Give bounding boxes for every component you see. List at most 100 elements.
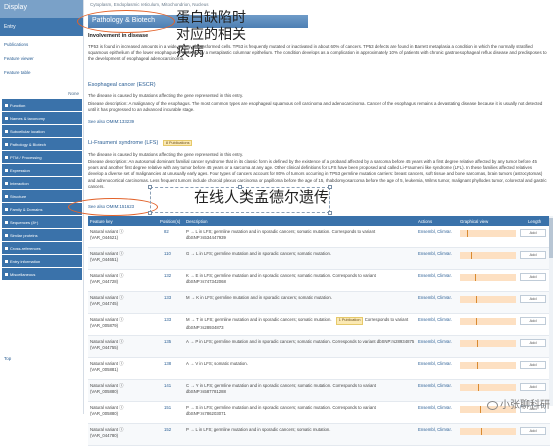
add-button[interactable]: Add [520,229,546,237]
feature-viewer-link[interactable]: Feature viewer [4,56,79,61]
description-text: M → T in LFS; germline mutation and in s… [186,317,332,322]
feature-ref-link[interactable]: ⓘ [118,427,123,432]
variant-marker [477,362,479,369]
actions-links[interactable]: Ensembl, ClinVar. [418,273,452,278]
scroll-thumb[interactable] [549,218,553,258]
feature-ref-link[interactable]: ⓘ [118,317,123,322]
nav-item-pathology-biotech[interactable]: Pathology & Biotech [2,138,82,151]
position-link[interactable]: 110 [164,251,171,256]
description-text: G → L in LFS; germline mutation and in s… [186,251,332,256]
position-link[interactable]: 141 [164,383,171,388]
nav-item-similar-proteins[interactable]: Similar proteins [2,229,82,242]
feature-name: Natural variant [90,405,118,410]
col-description[interactable]: Description [186,219,208,224]
actions-links[interactable]: Ensembl, ClinVar. [418,251,452,256]
feature-ref-link[interactable]: ⓘ [118,383,123,388]
feature-ref-link[interactable]: ⓘ [118,229,123,234]
row-publication-badge[interactable]: 1 Publication [335,317,364,325]
resize-handle[interactable] [148,185,152,189]
feature-table-link[interactable]: Feature table [4,70,79,75]
feature-ref-link[interactable]: ⓘ [118,251,123,256]
feature-ref-link[interactable]: ⓘ [118,405,123,410]
table-body: Natural variant ⓘ (VAR_044621) 82 P → L in … [88,226,550,446]
nav-item-interaction[interactable]: Interaction [2,177,82,190]
feature-key: Natural variant ⓘ (VAR_005879) [90,317,140,329]
variant-description: C → Y in LFS; germline mutation and in s… [186,383,416,395]
scrollbar[interactable] [549,216,553,406]
publications-link[interactable]: Publications [4,42,79,47]
actions-links[interactable]: Ensembl, ClinVar. [418,339,452,344]
top-link[interactable]: Top [4,356,11,361]
table-row: Natural variant ⓘ (VAR_005879) 133 M → T in… [88,314,550,336]
see-also-omim-escr[interactable]: See also OMIM:133239 [88,119,134,124]
feature-ref-link[interactable]: ⓘ [118,339,123,344]
feature-ref-link[interactable]: ⓘ [118,361,123,366]
position-link[interactable]: 138 [164,361,171,366]
position-link[interactable]: 82 [164,229,169,234]
add-button[interactable]: Add [520,273,546,281]
nav-item-expression[interactable]: Expression [2,164,82,177]
feature-name: Natural variant [90,251,118,256]
variant-marker [476,340,478,347]
feature-name: Natural variant [90,427,118,432]
position-link[interactable]: 135 [164,339,171,344]
actions-links[interactable]: Ensembl, ClinVar. [418,295,452,300]
actions-links[interactable]: Ensembl, ClinVar. [418,427,452,432]
variant-description: A → V in LFS; somatic mutation. [186,361,416,367]
nav-item-structure[interactable]: Structure [2,190,82,203]
col-feature-key[interactable]: Feature key [90,219,113,224]
position-link[interactable]: 132 [164,273,171,278]
col-positions[interactable]: Position(s) [160,219,180,224]
actions-links[interactable]: Ensembl, ClinVar. [418,361,452,366]
nav-item-subcellular-location[interactable]: Subcellular location [2,125,82,138]
position-link[interactable]: 133 [164,317,171,322]
add-button[interactable]: Add [520,383,546,391]
graphical-track[interactable] [460,318,516,325]
add-button[interactable]: Add [520,251,546,259]
position-link[interactable]: 133 [164,295,171,300]
actions-links[interactable]: Ensembl, ClinVar. [418,317,452,322]
graphical-track[interactable] [460,296,516,303]
nav-item-entry-information[interactable]: Entry information [2,255,82,268]
nav-item-names-taxonomy[interactable]: Names & taxonomy [2,112,82,125]
feature-key: Natural variant ⓘ (VAR_044651) [90,251,140,263]
add-button[interactable]: Add [520,339,546,347]
add-button[interactable]: Add [520,427,546,435]
feature-key: Natural variant ⓘ (VAR_005880) [90,383,140,395]
graphical-track[interactable] [460,274,516,281]
graphical-track[interactable] [460,384,516,391]
nav-item-miscellaneous[interactable]: Miscellaneous [2,268,82,281]
nav-item-sequences[interactable]: Sequences (8+) [2,216,82,229]
actions-links[interactable]: Ensembl, ClinVar. [418,405,452,410]
variant-id: (VAR_005879) [90,322,119,328]
nav-item-ptm[interactable]: PTM / Processing [2,151,82,164]
graphical-track[interactable] [460,230,516,237]
variant-id: (VAR_005880) [90,388,119,394]
add-button[interactable]: Add [520,317,546,325]
resize-handle[interactable] [328,211,332,215]
feature-name: Natural variant [90,229,118,234]
resize-handle[interactable] [148,211,152,215]
position-link[interactable]: 152 [164,427,171,432]
graphical-track[interactable] [460,252,516,259]
variant-id: (VAR_044745) [90,300,119,306]
col-length[interactable]: Length [528,219,541,224]
feature-ref-link[interactable]: ⓘ [118,295,123,300]
graphical-track[interactable] [460,362,516,369]
actions-links[interactable]: Ensembl, ClinVar. [418,229,452,234]
variant-marker [475,296,477,303]
none-label[interactable]: None [68,91,79,96]
nav-item-function[interactable]: Function [2,99,82,112]
publications-badge[interactable]: 8 Publications [162,140,193,146]
graphical-track[interactable] [460,340,516,347]
actions-links[interactable]: Ensembl, ClinVar. [418,383,452,388]
add-button[interactable]: Add [520,295,546,303]
graphical-track[interactable] [460,428,516,435]
variant-id: (VAR_005880) [90,410,119,416]
position-link[interactable]: 151 [164,405,171,410]
add-button[interactable]: Add [520,361,546,369]
feature-key: Natural variant ⓘ (VAR_044755) [90,339,140,351]
entry-tab[interactable]: Entry [0,18,83,36]
nav-item-cross-references[interactable]: Cross-references [2,242,82,255]
feature-ref-link[interactable]: ⓘ [118,273,123,278]
